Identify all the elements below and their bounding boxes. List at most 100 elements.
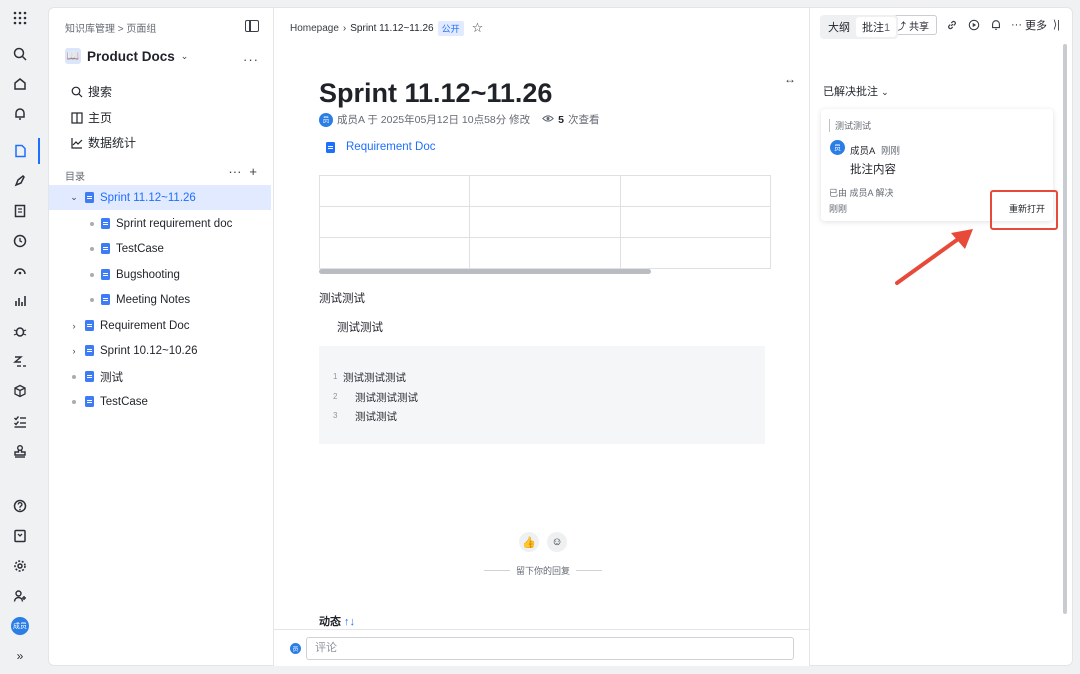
settings-icon[interactable] xyxy=(10,556,30,576)
bug-icon[interactable] xyxy=(10,321,30,341)
bullet-dot xyxy=(90,272,94,277)
chevron-right-icon[interactable]: › xyxy=(69,346,79,356)
table-cell[interactable] xyxy=(619,206,772,238)
doc-icon xyxy=(85,192,94,203)
more-button[interactable]: ··· 更多 xyxy=(1011,17,1047,33)
chevron-down-icon[interactable]: ⌄ xyxy=(69,192,79,203)
play-icon[interactable] xyxy=(967,18,981,32)
add-page-icon[interactable]: + xyxy=(249,164,257,179)
table-cell[interactable] xyxy=(619,237,772,269)
comment-quote: 测试测试 xyxy=(829,119,871,132)
collapse-panel-icon[interactable]: ⟩| xyxy=(1053,18,1060,31)
breadcrumb-current[interactable]: Sprint 11.12~11.26 xyxy=(350,23,433,34)
expand-width-icon[interactable]: ↔ xyxy=(784,72,796,86)
nav-label: 主页 xyxy=(88,111,113,125)
comment-author: 成员A xyxy=(850,146,876,157)
nav-label: 数据统计 xyxy=(88,136,137,150)
user-avatar[interactable]: 成员 xyxy=(11,617,29,635)
notes-icon[interactable] xyxy=(10,201,30,221)
knowledge-sidebar: 知识库管理 > 页面组 📖 Product Docs ⌄ ··· 搜索 主页 数… xyxy=(48,7,273,666)
tab-comments[interactable]: 批注1 xyxy=(856,17,897,37)
tree-item-testcase-2[interactable]: TestCase xyxy=(49,389,271,414)
thumbs-up-icon[interactable]: 👍 xyxy=(519,532,539,552)
comments-panel: 大纲 批注1 ⟩| 已解决批注 ⌄ 测试测试 员 成员A 刚刚 批注内容 已由 … xyxy=(810,15,1073,666)
stamp-icon[interactable] xyxy=(10,441,30,461)
docs-icon[interactable] xyxy=(10,141,30,161)
search-icon[interactable] xyxy=(10,44,30,64)
link-icon[interactable] xyxy=(945,18,959,32)
bell-icon[interactable] xyxy=(10,104,30,124)
sidebar-breadcrumb[interactable]: 知识库管理 > 页面组 xyxy=(65,20,156,35)
table-cell[interactable] xyxy=(318,175,471,207)
clock-icon[interactable] xyxy=(10,231,30,251)
expand-rail-icon[interactable]: » xyxy=(10,646,30,666)
add-user-icon[interactable] xyxy=(10,586,30,606)
tree-item-sprint-requirement-doc[interactable]: Sprint requirement doc xyxy=(49,211,271,236)
chart-icon xyxy=(71,137,83,149)
inbox-icon[interactable] xyxy=(10,526,30,546)
tree-item-bugshooting[interactable]: Bugshooting xyxy=(49,262,271,287)
comment-bar: 员 评论 xyxy=(274,629,809,666)
toggle-sidebar-icon[interactable] xyxy=(245,20,259,32)
tree-item-meeting-notes[interactable]: Meeting Notes xyxy=(49,287,271,312)
modified-info: 成员A 于 2025年05月12日 10点58分 修改 xyxy=(337,114,531,126)
doc-icon xyxy=(85,371,94,382)
table-cell[interactable] xyxy=(469,175,621,207)
breadcrumb: Homepage › Sprint 11.12~11.26 公开 ☆ xyxy=(290,20,483,36)
notification-settings-icon[interactable] xyxy=(989,18,1003,32)
tree-item-testcase[interactable]: TestCase xyxy=(49,236,271,261)
checklist-icon[interactable] xyxy=(10,411,30,431)
apps-grid-icon[interactable] xyxy=(10,8,30,28)
linked-doc-link[interactable]: Requirement Doc xyxy=(326,141,435,153)
resolved-time: 刚刚 xyxy=(829,204,848,214)
sort-icon[interactable] xyxy=(10,351,30,371)
table-scrollbar[interactable] xyxy=(319,269,651,274)
page-title: Sprint 11.12~11.26 xyxy=(319,78,553,108)
visibility-badge: 公开 xyxy=(437,20,464,36)
help-icon[interactable] xyxy=(10,496,30,516)
bullet-dot xyxy=(90,221,94,226)
table-cell[interactable] xyxy=(318,206,471,238)
sort-icon[interactable]: ↑↓ xyxy=(344,616,355,628)
bar-chart-icon[interactable] xyxy=(10,291,30,311)
tree-item-label: Sprint 10.12~10.26 xyxy=(100,344,198,357)
space-switcher[interactable]: 📖 Product Docs ⌄ xyxy=(65,48,188,64)
table-cell[interactable] xyxy=(469,206,621,238)
tree-item-label: Sprint 11.12~11.26 xyxy=(100,191,196,204)
gauge-icon[interactable] xyxy=(10,261,30,281)
space-more-icon[interactable]: ··· xyxy=(243,52,259,67)
doc-icon xyxy=(85,345,94,356)
nav-search[interactable]: 搜索 xyxy=(71,83,112,100)
tree-item-label: Meeting Notes xyxy=(116,293,191,306)
indented-paragraph: 测试测试 xyxy=(337,322,383,334)
more-icon: ··· xyxy=(1011,19,1022,31)
cube-icon[interactable] xyxy=(10,381,30,401)
tab-outline[interactable]: 大纲 xyxy=(822,17,856,37)
table-cell[interactable] xyxy=(469,237,621,269)
nav-home[interactable]: 主页 xyxy=(71,109,112,126)
comment-input[interactable]: 评论 xyxy=(306,637,794,660)
tree-item-sprint-10-12[interactable]: › Sprint 10.12~10.26 xyxy=(49,338,271,363)
tree-item-test[interactable]: 测试 xyxy=(49,364,271,389)
star-icon[interactable]: ☆ xyxy=(472,20,484,36)
nav-stats[interactable]: 数据统计 xyxy=(71,134,136,151)
tree-item-requirement-doc[interactable]: › Requirement Doc xyxy=(49,313,271,338)
tree-item-label: TestCase xyxy=(100,395,148,408)
doc-meta: 员 成员A 于 2025年05月12日 10点58分 修改 5 次查看 xyxy=(319,112,600,127)
breadcrumb-home[interactable]: Homepage xyxy=(290,23,339,34)
table-cell[interactable] xyxy=(318,237,471,269)
resolved-filter-dropdown[interactable]: 已解决批注 ⌄ xyxy=(823,83,889,99)
chevron-right-icon[interactable]: › xyxy=(69,321,79,331)
tree-item-label: TestCase xyxy=(116,242,164,255)
home-icon[interactable] xyxy=(10,74,30,94)
author-avatar[interactable]: 员 xyxy=(319,112,333,127)
rocket-icon[interactable] xyxy=(10,171,30,191)
add-emoji-icon[interactable]: ☺ xyxy=(547,532,567,552)
table-cell[interactable] xyxy=(619,175,772,207)
code-line: 3 测试测试 xyxy=(333,411,397,423)
tree-item-sprint-11-12[interactable]: ⌄ Sprint 11.12~11.26 xyxy=(49,185,271,210)
bullet-dot xyxy=(72,374,76,379)
directory-more-icon[interactable]: ··· xyxy=(228,164,241,179)
views-label: 次查看 xyxy=(568,114,600,126)
panel-scrollbar[interactable] xyxy=(1063,44,1067,614)
